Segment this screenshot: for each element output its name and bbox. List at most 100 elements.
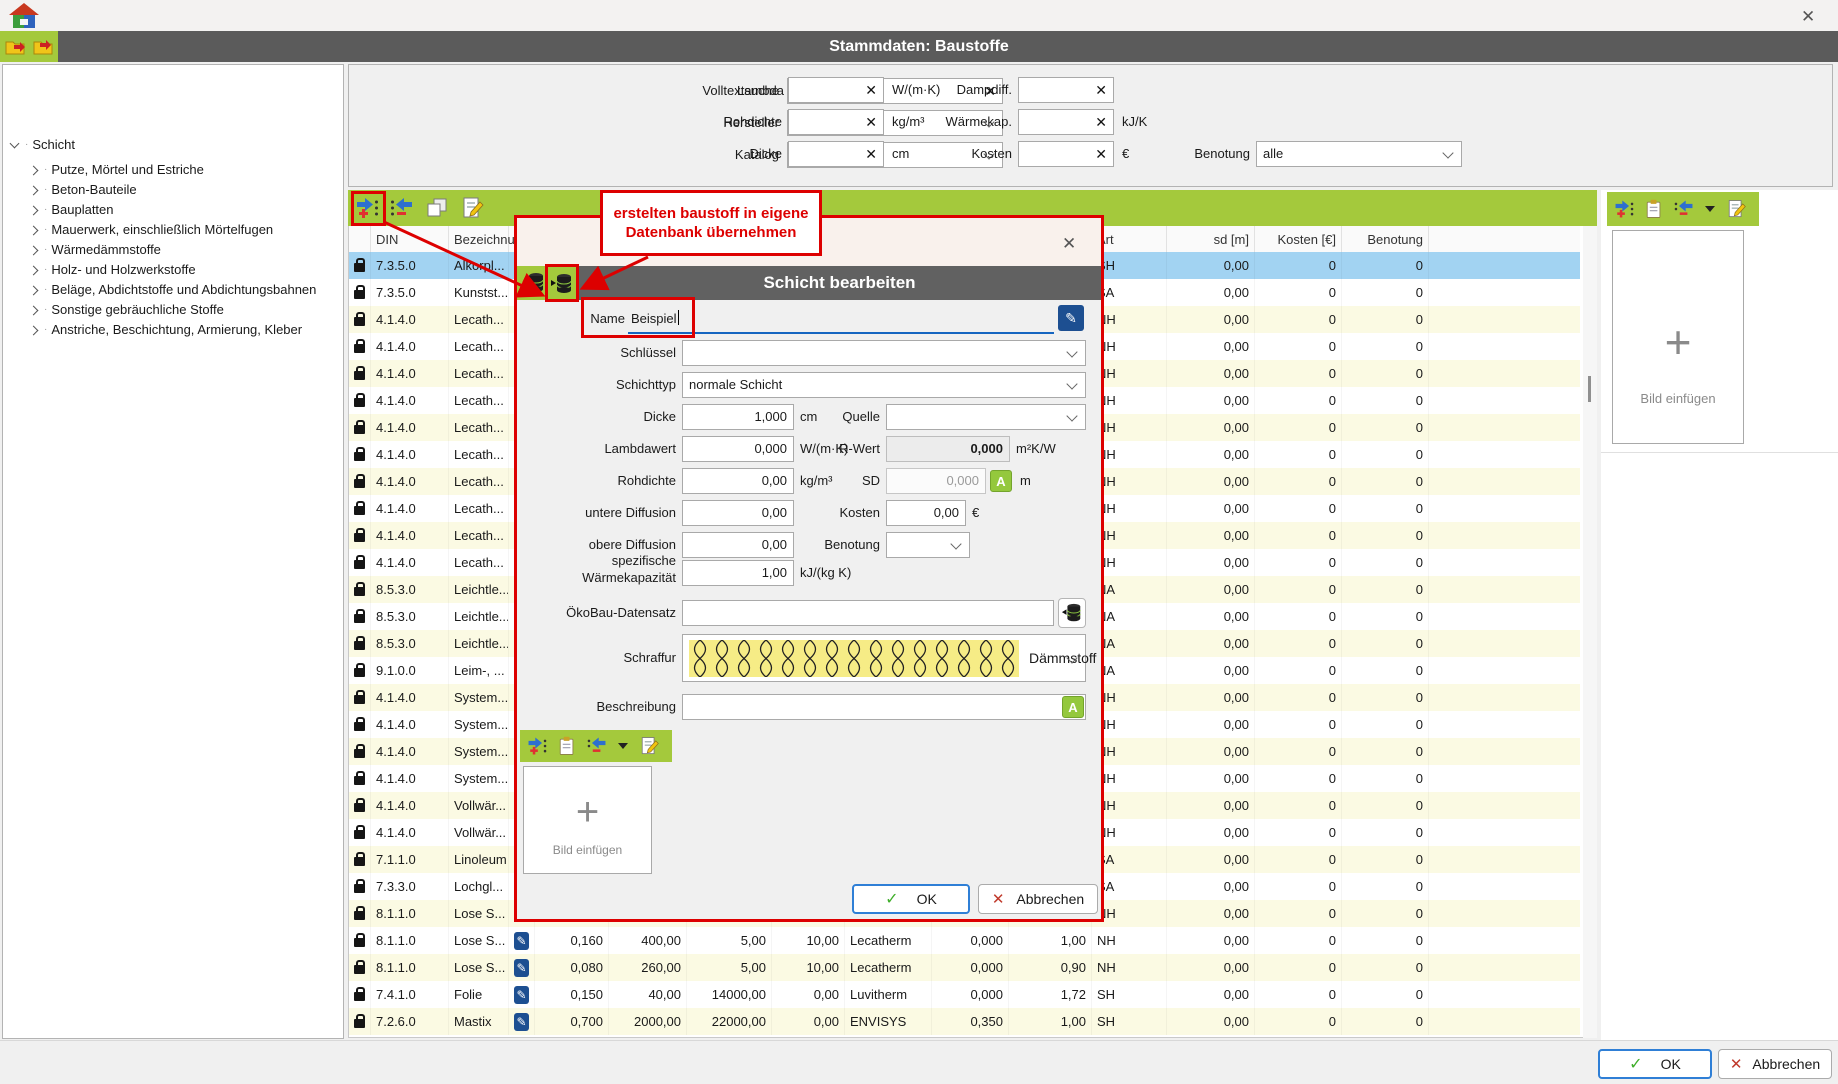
oekobau-input[interactable] [682, 600, 1054, 626]
lambda-input[interactable]: ✕ [788, 77, 884, 103]
clear-icon[interactable]: ✕ [1095, 82, 1107, 99]
tree-item[interactable]: ·Sonstige gebräuchliche Stoffe [30, 302, 224, 317]
add-image-button[interactable] [1613, 196, 1635, 222]
edit-pencil-icon[interactable]: ✎ [514, 959, 529, 977]
cell-ben: 0 [1342, 495, 1429, 522]
table-row[interactable]: 7.2.6.0Mastix✎0,7002000,0022000,000,00EN… [349, 1008, 1580, 1035]
cell-din: 4.1.4.0 [371, 360, 449, 387]
edit-pencil-icon[interactable]: ✎ [514, 986, 529, 1004]
header-kost[interactable]: Kosten [€] [1255, 226, 1342, 252]
header-bez[interactable]: Bezeichnung [449, 226, 509, 252]
window-close-icon[interactable]: ✕ [1801, 8, 1815, 25]
add-image-button[interactable] [526, 733, 548, 759]
cell-sd: 0,00 [1167, 765, 1255, 792]
clear-icon[interactable]: ✕ [865, 82, 877, 99]
more-options-chevron-icon[interactable] [1703, 196, 1717, 222]
sd-auto-button[interactable]: A [990, 470, 1012, 492]
benotung-combo[interactable] [886, 532, 970, 558]
kosten-filter-input[interactable]: ✕ [1018, 141, 1114, 167]
chevron-right-icon[interactable] [29, 325, 39, 335]
cross-icon: ✕ [992, 890, 1005, 908]
cell-kost: 0 [1255, 333, 1342, 360]
tree-item[interactable]: ·Putze, Mörtel und Estriche [30, 162, 204, 177]
image-placeholder-box[interactable]: + Bild einfügen [1612, 230, 1744, 444]
paste-image-button[interactable] [1643, 196, 1665, 222]
clear-icon[interactable]: ✕ [1095, 114, 1107, 131]
chevron-down-icon[interactable] [10, 139, 20, 149]
quelle-combo[interactable] [886, 404, 1086, 430]
table-row[interactable]: 7.4.1.0Folie✎0,15040,0014000,000,00Luvit… [349, 981, 1580, 1008]
tree-item[interactable]: ·Bauplatten [30, 202, 114, 217]
cell-din: 8.1.1.0 [371, 954, 449, 981]
schraffur-combo[interactable]: Dämmstoff [682, 634, 1086, 682]
remove-image-button[interactable] [1673, 196, 1695, 222]
table-vertical-scrollbar[interactable] [1583, 226, 1597, 1038]
tree-item[interactable]: ·Wärmedämmstoffe [30, 242, 161, 257]
beschreibung-input[interactable] [682, 694, 1086, 720]
paste-special-button[interactable] [459, 195, 485, 221]
scrollbar-thumb[interactable] [1588, 376, 1591, 402]
cell-bez: System... [449, 738, 509, 765]
cell-c1: 40,00 [609, 981, 687, 1008]
clear-icon[interactable]: ✕ [1095, 146, 1107, 163]
remove-record-button[interactable] [389, 195, 415, 221]
cell-c4: Lecatherm [845, 927, 932, 954]
kosten-filter-unit: € [1122, 141, 1129, 167]
dampdiff-input[interactable]: ✕ [1018, 77, 1114, 103]
tree-item[interactable]: ·Beläge, Abdichtstoffe und Abdichtungsba… [30, 282, 316, 297]
chevron-right-icon[interactable] [29, 245, 39, 255]
schluessel-combo[interactable] [682, 340, 1086, 366]
more-options-chevron-icon[interactable] [616, 733, 630, 759]
edit-image-button[interactable] [638, 733, 660, 759]
benotung-filter-combo[interactable]: alle [1256, 141, 1462, 167]
chevron-right-icon[interactable] [29, 305, 39, 315]
dicke-input[interactable]: ✕ [788, 141, 884, 167]
cell-ben: 0 [1342, 657, 1429, 684]
dialog-image-placeholder-box[interactable]: + Bild einfügen [523, 766, 652, 874]
chevron-right-icon[interactable] [29, 285, 39, 295]
chevron-right-icon[interactable] [29, 265, 39, 275]
clear-icon[interactable]: ✕ [865, 114, 877, 131]
name-edit-pencil-icon[interactable]: ✎ [1058, 305, 1084, 331]
waermekap-input[interactable]: ✕ [1018, 109, 1114, 135]
chevron-right-icon[interactable] [29, 205, 39, 215]
dialog-close-icon[interactable]: ✕ [1062, 235, 1076, 252]
dialog-cancel-button[interactable]: ✕Abbrechen [978, 884, 1098, 914]
cell-pen: ✎ [509, 1008, 535, 1035]
import-database-icon[interactable] [522, 270, 546, 296]
edit-pencil-icon[interactable]: ✎ [514, 1013, 529, 1031]
header-ben[interactable]: Benotung [1342, 226, 1429, 252]
tree-item[interactable]: ·Beton-Bauteile [30, 182, 137, 197]
chevron-right-icon[interactable] [29, 165, 39, 175]
paste-image-button[interactable] [556, 733, 578, 759]
tree-root-schicht[interactable]: · Schicht [11, 137, 75, 152]
title-bar: Stammdaten: Baustoffe [0, 31, 1838, 62]
copy-record-button[interactable] [424, 195, 450, 221]
edit-image-button[interactable] [1725, 196, 1747, 222]
cell-ben: 0 [1342, 684, 1429, 711]
clear-icon[interactable]: ✕ [865, 146, 877, 163]
header-din[interactable]: DIN [371, 226, 449, 252]
rohdichte-input[interactable]: ✕ [788, 109, 884, 135]
spez-waermekapazitaet-input[interactable]: 1,00 [682, 560, 794, 586]
chevron-right-icon[interactable] [29, 225, 39, 235]
kosten-input[interactable]: 0,00 [886, 500, 966, 526]
oekobau-database-button[interactable] [1058, 598, 1086, 628]
table-row[interactable]: 8.1.1.0Lose S...✎0,160400,005,0010,00Lec… [349, 927, 1580, 954]
tree-item[interactable]: ·Mauerwerk, einschließlich Mörtelfugen [30, 222, 273, 237]
cell-sd: 0,00 [1167, 630, 1255, 657]
tree-item[interactable]: ·Anstriche, Beschichtung, Armierung, Kle… [30, 322, 302, 337]
edit-pencil-icon[interactable]: ✎ [514, 932, 529, 950]
header-sd[interactable]: sd [m] [1167, 226, 1255, 252]
chevron-right-icon[interactable] [29, 185, 39, 195]
cell-c5: 0,000 [932, 954, 1009, 981]
schichttyp-combo[interactable]: normale Schicht [682, 372, 1086, 398]
remove-image-button[interactable] [586, 733, 608, 759]
beschreibung-auto-button[interactable]: A [1062, 696, 1084, 718]
header-lock[interactable] [349, 226, 371, 252]
table-row[interactable]: 8.1.1.0Lose S...✎0,080260,005,0010,00Lec… [349, 954, 1580, 981]
tree-item[interactable]: ·Holz- und Holzwerkstoffe [30, 262, 196, 277]
dialog-ok-button[interactable]: ✓OK [852, 884, 970, 914]
main-cancel-button[interactable]: ✕Abbrechen [1718, 1049, 1832, 1079]
main-ok-button[interactable]: ✓OK [1598, 1049, 1712, 1079]
